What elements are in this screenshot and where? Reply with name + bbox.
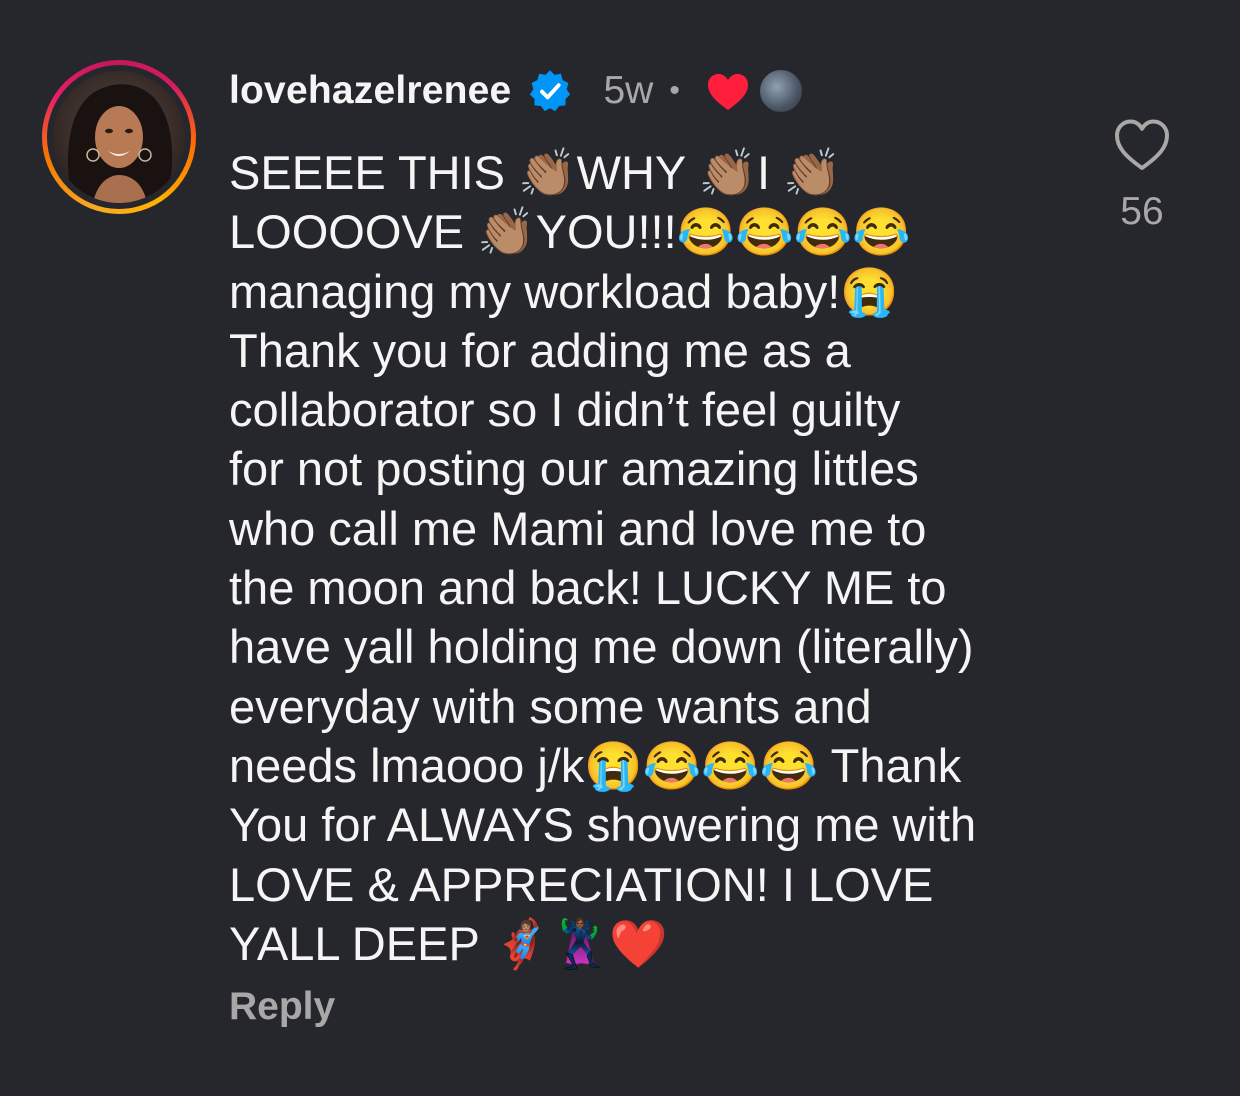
comment-text-line: You for ALWAYS showering me with — [229, 798, 977, 852]
creator-liked-indicator — [706, 66, 804, 116]
separator-dot: • — [669, 74, 680, 107]
comment-text-line: Thank you for adding me as a — [229, 323, 851, 377]
avatar-portrait — [67, 84, 173, 203]
verified-badge-icon — [527, 68, 573, 114]
comment-text-line: the moon and back! LUCKY ME to — [229, 561, 947, 615]
comment-text-line: collaborator so I didn’t feel guilty — [229, 383, 901, 437]
heart-icon — [707, 74, 748, 110]
comment-text-line: everyday with some wants and — [229, 679, 872, 733]
avatar[interactable] — [53, 71, 185, 203]
comment-text-line: SEEEE THIS 👏🏽WHY 👏🏽I 👏🏽 — [229, 146, 842, 199]
comment-text: SEEEE THIS 👏🏽WHY 👏🏽I 👏🏽 LOOOOVE 👏🏽YOU!!!… — [229, 143, 1059, 973]
comment-text-line: LOVE & APPRECIATION! I LOVE — [229, 857, 934, 911]
comment-text-line: managing my workload baby!😭 — [229, 264, 899, 318]
comment-text-line: YALL DEEP 🦸🏽‍♀️🦹🏾‍♀️❤️ — [229, 916, 668, 970]
comment: lovehazelrenee 5w • 56 SEEEE THIS 👏🏽WHY … — [0, 0, 1240, 1096]
timestamp: 5w — [603, 69, 654, 112]
heart-outline-icon[interactable] — [1112, 116, 1172, 172]
username[interactable]: lovehazelrenee — [229, 69, 511, 113]
comment-text-line: needs lmaooo j/k😭😂😂😂 Thank — [229, 738, 962, 792]
comment-header: lovehazelrenee 5w • — [229, 62, 804, 120]
comment-text-line: for not posting our amazing littles — [229, 442, 919, 496]
creator-avatar — [757, 68, 804, 114]
reply-button[interactable]: Reply — [229, 985, 335, 1029]
comment-text-line: who call me Mami and love me to — [229, 501, 927, 555]
comment-text-line: LOOOOVE 👏🏽YOU!!!😂😂😂😂 — [229, 205, 911, 259]
comment-text-line: have yall holding me down (literally) — [229, 620, 974, 674]
like-count: 56 — [1120, 190, 1164, 233]
avatar-story-ring[interactable] — [42, 60, 196, 214]
